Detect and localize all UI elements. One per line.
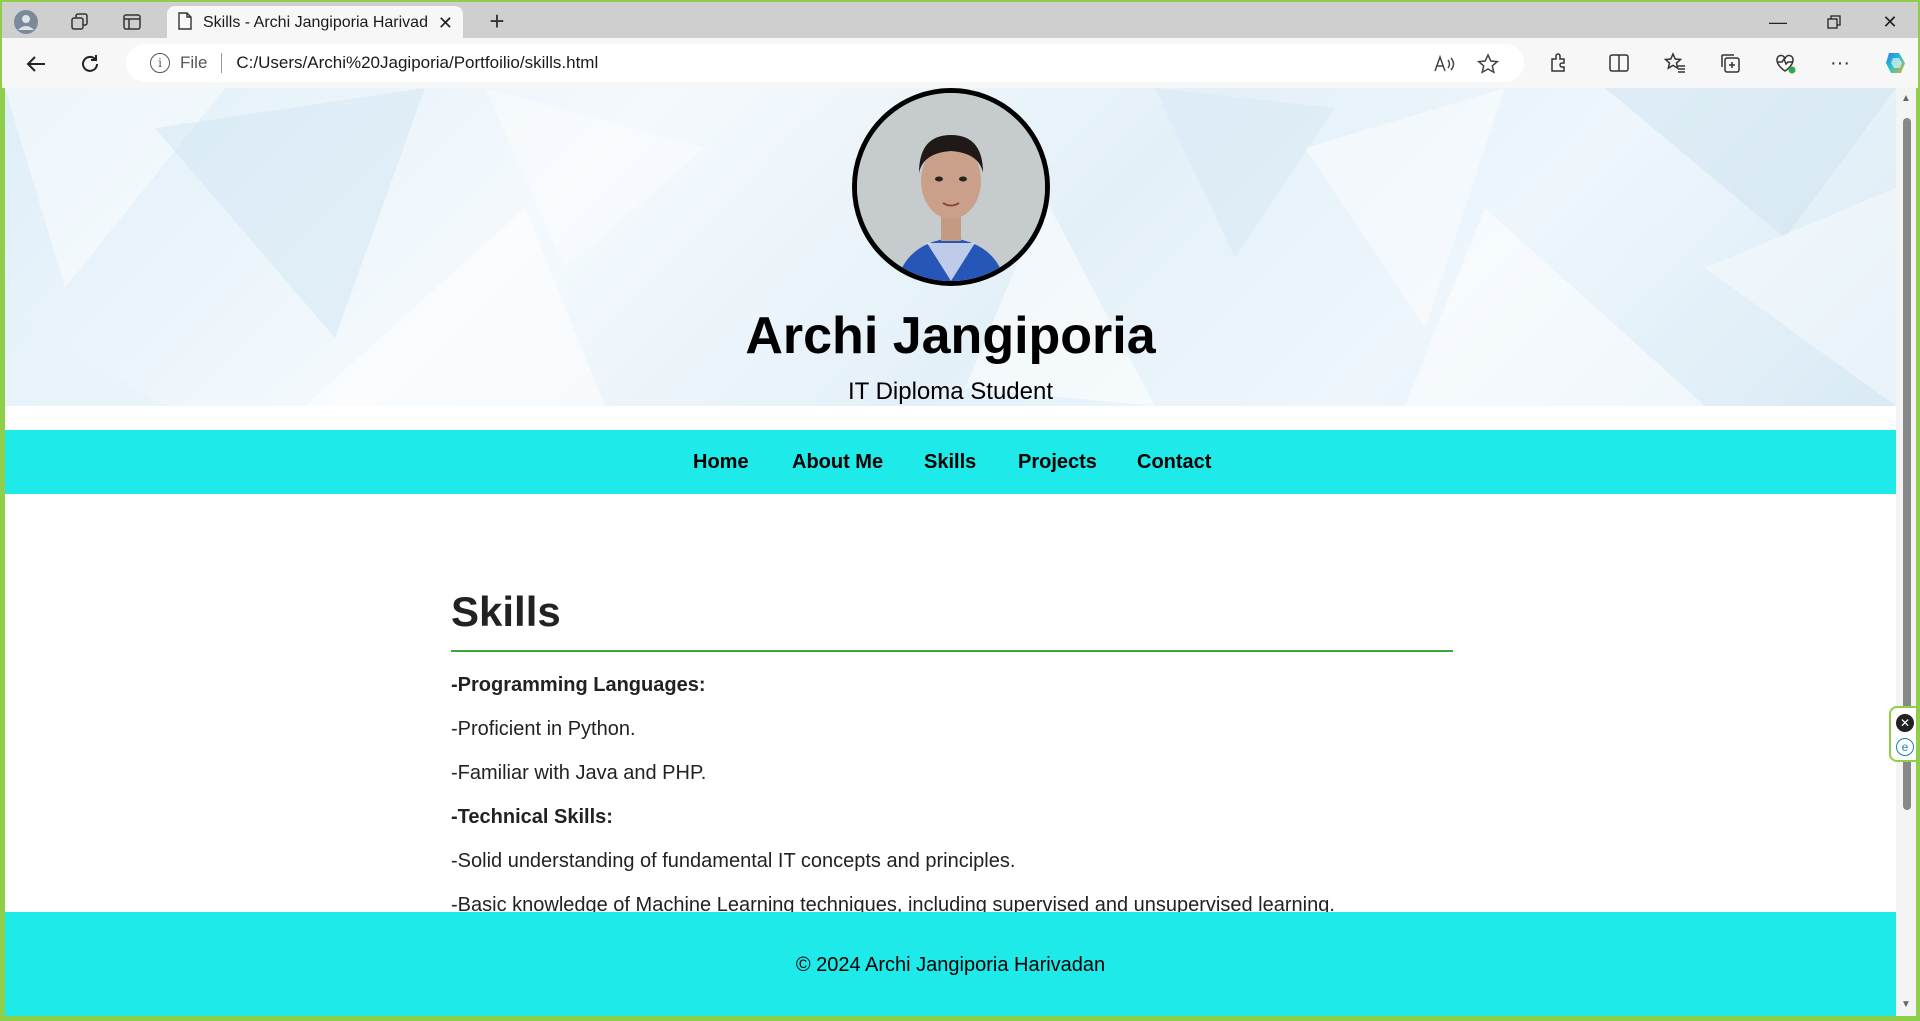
- page-icon: [177, 11, 193, 35]
- side-extension-widget: ✕ e: [1889, 706, 1918, 762]
- restore-button[interactable]: [1806, 6, 1862, 38]
- workspaces-icon[interactable]: [66, 8, 94, 36]
- reload-button[interactable]: [74, 48, 106, 80]
- skills-line: -Familiar with Java and PHP.: [451, 762, 707, 784]
- minimize-button[interactable]: —: [1750, 6, 1806, 38]
- skills-line: -Solid understanding of fundamental IT c…: [451, 850, 1016, 872]
- nav-link-contact[interactable]: Contact: [1137, 451, 1211, 474]
- tab-title: Skills - Archi Jangiporia Harivadan: [203, 14, 428, 31]
- close-window-button[interactable]: ✕: [1862, 6, 1918, 38]
- site-footer: © 2024 Archi Jangiporia Harivadan: [5, 912, 1896, 1016]
- extensions-icon[interactable]: [1546, 50, 1572, 76]
- favorite-star-icon[interactable]: [1476, 52, 1500, 76]
- new-tab-button[interactable]: +: [482, 6, 512, 36]
- edge-logo-icon[interactable]: e: [1896, 738, 1914, 756]
- nav-link-projects[interactable]: Projects: [1018, 451, 1097, 474]
- nav-link-about-me[interactable]: About Me: [792, 451, 883, 474]
- heading-underline: [451, 650, 1453, 652]
- nav-link-skills[interactable]: Skills: [924, 451, 976, 474]
- hero-header: Archi Jangiporia IT Diploma Student: [5, 88, 1896, 406]
- split-screen-icon[interactable]: [1606, 50, 1632, 76]
- nav-link-home[interactable]: Home: [693, 451, 749, 474]
- skills-section: Skills -Programming Languages: -Proficie…: [451, 588, 1453, 916]
- info-icon[interactable]: i: [150, 53, 170, 73]
- copilot-icon[interactable]: [1882, 48, 1912, 78]
- favorites-icon[interactable]: [1662, 50, 1688, 76]
- profile-avatar-icon[interactable]: [12, 8, 40, 36]
- vertical-tabs-icon[interactable]: [118, 8, 146, 36]
- close-circle-icon[interactable]: ✕: [1896, 714, 1914, 732]
- site-nav: Home About Me Skills Projects Contact: [5, 430, 1896, 494]
- footer-copyright: © 2024 Archi Jangiporia Harivadan: [795, 954, 1106, 976]
- site-owner-name: Archi Jangiporia: [745, 307, 1156, 365]
- address-bar[interactable]: i File C:/Users/Archi%20Jagiporia/Portfo…: [126, 44, 1524, 82]
- more-options-icon[interactable]: ···: [1827, 50, 1853, 76]
- browser-title-bar: Skills - Archi Jangiporia Harivadan ✕ + …: [2, 2, 1918, 40]
- scheme-label: File: [180, 53, 208, 72]
- skills-line: -Programming Languages:: [451, 674, 706, 696]
- back-button[interactable]: [20, 48, 52, 80]
- skills-line: -Technical Skills:: [451, 806, 613, 828]
- skills-line: -Proficient in Python.: [451, 718, 636, 740]
- site-owner-role: IT Diploma Student: [848, 378, 1053, 405]
- browser-essentials-icon[interactable]: [1772, 50, 1798, 76]
- browser-toolbar: i File C:/Users/Archi%20Jagiporia/Portfo…: [2, 38, 1918, 88]
- section-heading: Skills: [451, 588, 561, 635]
- address-divider: [221, 53, 223, 73]
- read-aloud-icon[interactable]: [1432, 52, 1456, 76]
- page-scrollbar[interactable]: ▲ ▼: [1896, 88, 1916, 1016]
- scroll-down-arrow-icon[interactable]: ▼: [1901, 1000, 1911, 1010]
- collections-icon[interactable]: [1717, 50, 1743, 76]
- scroll-up-arrow-icon[interactable]: ▲: [1901, 94, 1911, 104]
- active-tab[interactable]: Skills - Archi Jangiporia Harivadan ✕: [167, 6, 463, 40]
- profile-photo: [852, 88, 1050, 286]
- page-viewport: Archi Jangiporia IT Diploma Student Home…: [5, 88, 1896, 1016]
- url-text[interactable]: C:/Users/Archi%20Jagiporia/Portfoilio/sk…: [236, 53, 598, 73]
- close-tab-icon[interactable]: ✕: [438, 13, 453, 34]
